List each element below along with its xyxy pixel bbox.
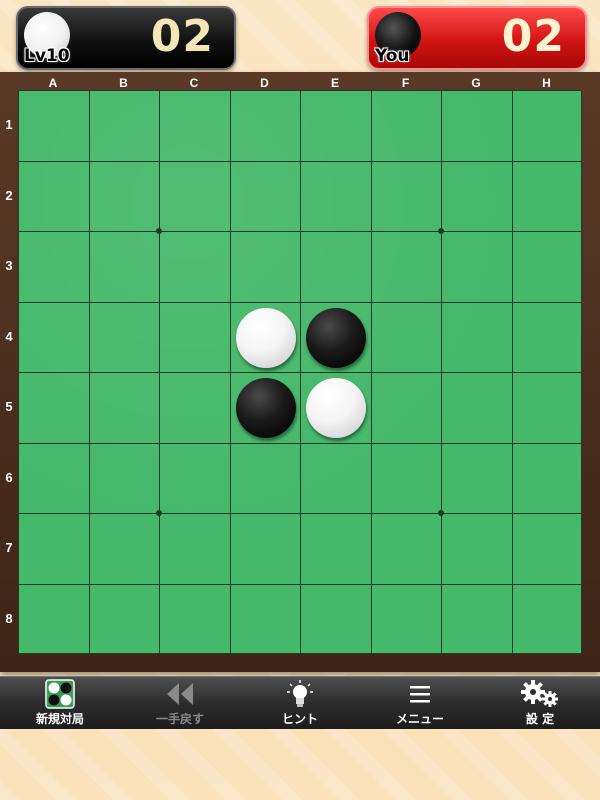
row-label-6: 6	[5, 469, 13, 485]
board-star-point	[438, 228, 444, 234]
black-disc-d5	[235, 378, 296, 439]
cpu-score-panel: Lv10 02	[16, 6, 236, 70]
menu-label: メニュー	[395, 712, 444, 726]
row-label-3: 3	[5, 258, 13, 273]
grid-line-vertical	[511, 91, 513, 653]
menu-button[interactable]: メニュー	[360, 677, 480, 729]
menu-icon	[408, 679, 432, 709]
new-game-label: 新規対局	[35, 712, 84, 726]
player-score-panel: You 02	[367, 6, 587, 70]
undo-icon	[164, 679, 196, 709]
black-disc-e4	[306, 307, 367, 368]
grid-line-horizontal	[19, 513, 581, 514]
white-disc-e5	[306, 378, 367, 439]
othello-board[interactable]	[18, 90, 582, 654]
row-label-1: 1	[5, 117, 13, 132]
cpu-level-label: Lv10	[24, 46, 70, 66]
new-game-icon	[45, 679, 75, 709]
hint-label: ヒント	[281, 712, 318, 726]
column-label-g: G	[471, 76, 481, 90]
board-star-point	[438, 510, 444, 516]
column-label-f: F	[401, 76, 410, 90]
grid-line-horizontal	[19, 372, 581, 373]
gear-icon	[519, 679, 561, 709]
white-disc-d4	[235, 307, 296, 368]
grid-line-vertical	[370, 91, 372, 653]
column-label-b: B	[119, 76, 128, 90]
column-label-h: H	[542, 76, 551, 90]
player-score: 02	[501, 11, 565, 62]
board-star-point	[156, 228, 162, 234]
lightbulb-icon	[285, 679, 315, 709]
settings-button[interactable]: 設 定	[480, 677, 600, 729]
undo-button[interactable]: 一手戻す	[120, 677, 240, 729]
player-label: You	[375, 46, 410, 66]
board-star-point	[156, 510, 162, 516]
row-label-8: 8	[5, 610, 13, 626]
column-label-c: C	[189, 76, 199, 90]
column-label-d: D	[260, 76, 269, 90]
column-label-a: A	[48, 76, 58, 90]
grid-line-horizontal	[19, 442, 581, 444]
bottom-toolbar: 新規対局 一手戻す ヒント メニュー 設 定	[0, 676, 600, 729]
hint-button[interactable]: ヒント	[240, 677, 360, 729]
row-label-2: 2	[5, 187, 13, 203]
grid-line-horizontal	[19, 583, 581, 585]
undo-label: 一手戻す	[155, 712, 204, 726]
cpu-score: 02	[150, 11, 214, 62]
row-label-4: 4	[5, 328, 13, 344]
grid-line-vertical	[441, 91, 442, 653]
settings-label: 設 定	[525, 712, 555, 726]
column-label-e: E	[330, 76, 339, 90]
row-label-7: 7	[5, 540, 13, 555]
new-game-button[interactable]: 新規対局	[0, 677, 120, 729]
row-label-5: 5	[5, 399, 13, 414]
